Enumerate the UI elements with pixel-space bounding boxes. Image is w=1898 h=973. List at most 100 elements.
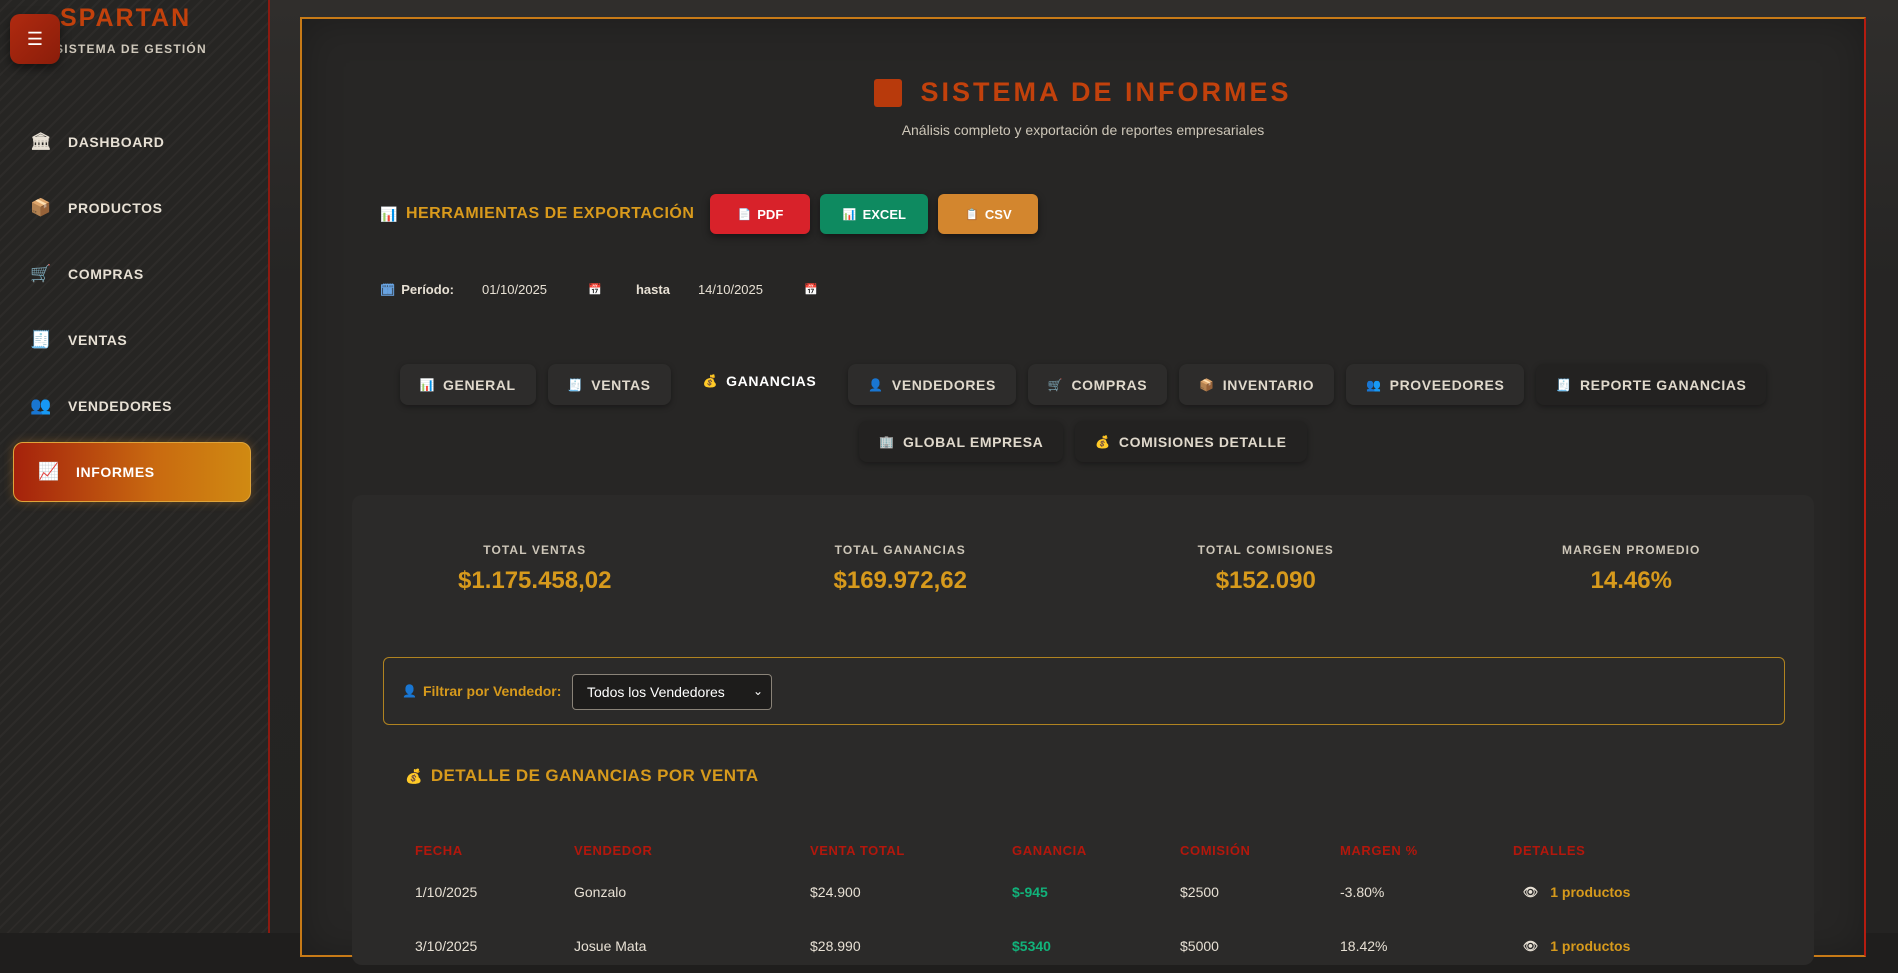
calendar-picker-icon[interactable]: 📅: [588, 283, 602, 296]
column-header: MARGEN %: [1340, 843, 1513, 858]
vendor-select[interactable]: Todos los Vendedores ⌄: [572, 674, 772, 710]
eye-icon: 👁: [1523, 939, 1538, 953]
vendor-filter-label: 👤 Filtrar por Vendedor:: [402, 683, 561, 699]
export-pdf-button[interactable]: 📄 PDF: [710, 194, 810, 234]
tab-label: VENDEDORES: [892, 377, 996, 393]
tab-ganancias[interactable]: 💰 GANANCIAS: [683, 360, 837, 401]
bank-icon: 🏛: [28, 132, 54, 152]
stat-value: 14.46%: [1449, 567, 1815, 595]
package-icon: 📦: [28, 198, 54, 218]
details-link[interactable]: 👁 1 productos: [1513, 938, 1713, 954]
sidebar-item-label: DASHBOARD: [68, 134, 164, 150]
sidebar-item-label: PRODUCTOS: [68, 200, 163, 216]
period-label: 🗓 Período:: [380, 282, 454, 297]
tab-comisiones-detalle[interactable]: 💰 COMISIONES DETALLE: [1075, 421, 1306, 462]
date-to-input[interactable]: 14/10/2025 📅: [698, 282, 818, 297]
stat-label: TOTAL COMISIONES: [1083, 543, 1449, 557]
tab-global-empresa[interactable]: 🏢 GLOBAL EMPRESA: [859, 421, 1063, 462]
tab-row: 📊 GENERAL 🧾 VENTAS 💰 GANANCIAS 👤 VENDEDO…: [302, 364, 1864, 405]
reports-panel: SISTEMA DE INFORMES Análisis completo y …: [300, 17, 1866, 957]
tab-label: PROVEEDORES: [1390, 377, 1505, 393]
sidebar-item-vendedores[interactable]: 👥 VENDEDORES: [14, 376, 254, 436]
tab-ventas[interactable]: 🧾 VENTAS: [548, 364, 671, 405]
export-csv-button[interactable]: 📋 CSV: [938, 194, 1038, 234]
cell-fecha: 1/10/2025: [415, 884, 574, 900]
menu-toggle-button[interactable]: ☰: [10, 14, 60, 64]
vendor-select-value: Todos los Vendedores: [587, 684, 725, 700]
calendar-icon: 🗓: [380, 283, 395, 297]
cell-venta: $24.900: [810, 884, 1012, 900]
details-link-text: 1 productos: [1550, 884, 1630, 900]
tab-proveedores[interactable]: 👥 PROVEEDORES: [1346, 364, 1524, 405]
tab-reporte-ganancias[interactable]: 🧾 REPORTE GANANCIAS: [1536, 364, 1766, 405]
cell-margen: -3.80%: [1340, 884, 1513, 900]
stat-label: TOTAL VENTAS: [352, 543, 718, 557]
tab-label: REPORTE GANANCIAS: [1580, 377, 1747, 393]
stat-margen-promedio: MARGEN PROMEDIO 14.46%: [1449, 543, 1815, 595]
vendor-filter-label-text: Filtrar por Vendedor:: [423, 683, 561, 699]
detail-section-title: 💰 DETALLE DE GANANCIAS POR VENTA: [405, 766, 759, 786]
square-icon: [874, 79, 902, 107]
table-header: FECHA VENDEDOR VENTA TOTAL GANANCIA COMI…: [415, 835, 1775, 865]
ganancias-content: TOTAL VENTAS $1.175.458,02 TOTAL GANANCI…: [352, 495, 1814, 965]
sidebar-item-compras[interactable]: 🛒 COMPRAS: [14, 244, 254, 304]
export-excel-label: EXCEL: [863, 207, 906, 222]
sidebar: ☰ SPARTAN SISTEMA DE GESTIÓN 🏛 DASHBOARD…: [0, 0, 270, 933]
detail-section-title-text: DETALLE DE GANANCIAS POR VENTA: [431, 766, 759, 786]
date-to-value: 14/10/2025: [698, 282, 763, 297]
stat-label: MARGEN PROMEDIO: [1449, 543, 1815, 557]
details-link[interactable]: 👁 1 productos: [1513, 884, 1713, 900]
tab-label: COMISIONES DETALLE: [1119, 434, 1287, 450]
money-bag-icon: 💰: [703, 374, 719, 388]
tab-label: VENTAS: [591, 377, 650, 393]
sidebar-item-ventas[interactable]: 🧾 VENTAS: [14, 310, 254, 370]
clipboard-icon: 📋: [965, 208, 979, 221]
date-from-value: 01/10/2025: [482, 282, 547, 297]
cell-comision: $5000: [1180, 938, 1340, 954]
tab-label: GLOBAL EMPRESA: [903, 434, 1043, 450]
column-header: GANANCIA: [1012, 843, 1180, 858]
vendor-filter: 👤 Filtrar por Vendedor: Todos los Vended…: [383, 657, 1785, 725]
receipt-icon: 🧾: [1556, 378, 1572, 392]
user-icon: 👤: [868, 378, 884, 392]
export-excel-button[interactable]: 📊 EXCEL: [820, 194, 928, 234]
sidebar-item-label: VENDEDORES: [68, 398, 172, 414]
details-link-text: 1 productos: [1550, 938, 1630, 954]
tab-row: 🏢 GLOBAL EMPRESA 💰 COMISIONES DETALLE: [302, 421, 1864, 462]
brand-subtitle: SISTEMA DE GESTIÓN: [55, 42, 207, 56]
cart-icon: 🛒: [1048, 378, 1064, 392]
ganancias-table: FECHA VENDEDOR VENTA TOTAL GANANCIA COMI…: [415, 835, 1775, 973]
sidebar-nav: 🏛 DASHBOARD 📦 PRODUCTOS 🛒 COMPRAS 🧾 VENT…: [0, 112, 268, 508]
tab-label: INVENTARIO: [1223, 377, 1314, 393]
column-header: COMISIÓN: [1180, 843, 1340, 858]
sidebar-item-label: VENTAS: [68, 332, 127, 348]
export-label: 📊 HERRAMIENTAS DE EXPORTACIÓN: [380, 205, 694, 223]
tab-general[interactable]: 📊 GENERAL: [400, 364, 536, 405]
cart-icon: 🛒: [28, 264, 54, 284]
tab-compras[interactable]: 🛒 COMPRAS: [1028, 364, 1167, 405]
sidebar-item-label: COMPRAS: [68, 266, 144, 282]
tab-inventario[interactable]: 📦 INVENTARIO: [1179, 364, 1334, 405]
tab-vendedores[interactable]: 👤 VENDEDORES: [848, 364, 1016, 405]
user-icon: 👤: [402, 684, 417, 698]
sidebar-item-dashboard[interactable]: 🏛 DASHBOARD: [14, 112, 254, 172]
page-header: SISTEMA DE INFORMES: [302, 77, 1864, 112]
export-csv-label: CSV: [985, 207, 1012, 222]
sidebar-item-productos[interactable]: 📦 PRODUCTOS: [14, 178, 254, 238]
page-title-text: SISTEMA DE INFORMES: [920, 77, 1291, 108]
report-tabs: 📊 GENERAL 🧾 VENTAS 💰 GANANCIAS 👤 VENDEDO…: [302, 364, 1864, 478]
stat-value: $169.972,62: [718, 567, 1084, 595]
document-icon: 📄: [738, 208, 752, 221]
sidebar-item-informes[interactable]: 📈 INFORMES: [13, 442, 251, 502]
table-row: 3/10/2025 Josue Mata $28.990 $5340 $5000…: [415, 919, 1775, 973]
column-header: FECHA: [415, 843, 574, 858]
export-label-text: HERRAMIENTAS DE EXPORTACIÓN: [406, 205, 694, 223]
users-icon: 👥: [28, 396, 54, 416]
date-from-input[interactable]: 01/10/2025 📅: [482, 282, 602, 297]
cell-venta: $28.990: [810, 938, 1012, 954]
stat-value: $152.090: [1083, 567, 1449, 595]
export-pdf-label: PDF: [757, 207, 783, 222]
column-header: VENDEDOR: [574, 843, 810, 858]
bar-chart-icon: 📊: [380, 206, 398, 223]
calendar-picker-icon[interactable]: 📅: [804, 283, 818, 296]
